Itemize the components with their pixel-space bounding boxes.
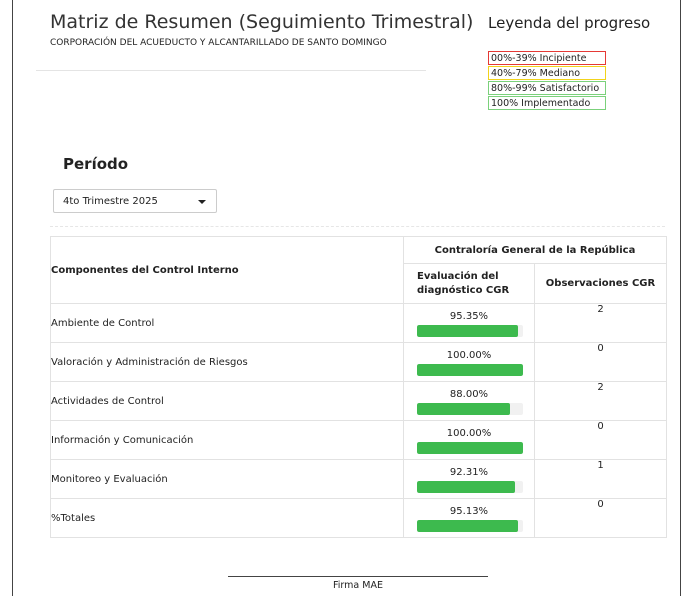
components-column-header: Componentes del Control Interno <box>50 236 404 304</box>
component-name: Información y Comunicación <box>50 420 404 460</box>
progress-bar-fill <box>417 325 519 337</box>
legend-item-implementado: 100% Implementado <box>488 96 606 110</box>
signature-label: Firma MAE <box>333 580 383 591</box>
evaluation-cell: 100.00% <box>403 420 535 460</box>
legend-title: Leyenda del progreso <box>488 14 651 32</box>
evaluation-cell: 92.31% <box>403 459 535 499</box>
evaluation-percent: 100.00% <box>446 428 492 439</box>
table-row: Información y Comunicación 100.00% 0 <box>50 420 667 460</box>
legend-item-mediano: 40%-79% Mediano <box>488 66 606 80</box>
observations-column-header: Observaciones CGR <box>534 263 667 304</box>
caret-down-icon <box>198 200 206 204</box>
component-name: Monitoreo y Evaluación <box>50 459 404 499</box>
progress-legend: 00%-39% Incipiente 40%-79% Mediano 80%-9… <box>488 51 606 111</box>
legend-item-satisfactorio: 80%-99% Satisfactorio <box>488 81 606 95</box>
period-selected-value: 4to Trimestre 2025 <box>63 196 158 207</box>
progress-bar-track <box>417 520 523 532</box>
component-name: Actividades de Control <box>50 381 404 421</box>
evaluation-cell: 100.00% <box>403 342 535 382</box>
observations-count: 0 <box>534 342 667 382</box>
component-name: Ambiente de Control <box>50 303 404 343</box>
observations-count: 1 <box>534 459 667 499</box>
header-divider <box>36 70 426 71</box>
observations-count: 2 <box>534 381 667 421</box>
period-label: Período <box>63 155 129 173</box>
cgr-group-header: Contraloría General de la República <box>403 236 667 264</box>
progress-bar-track <box>417 364 523 376</box>
period-dropdown[interactable]: 4to Trimestre 2025 <box>53 189 217 213</box>
summary-table: Componentes del Control Interno Contralo… <box>50 236 667 538</box>
evaluation-cell: 95.35% <box>403 303 535 343</box>
legend-item-incipiente: 00%-39% Incipiente <box>488 51 606 65</box>
evaluation-percent: 95.35% <box>449 311 489 322</box>
progress-bar-track <box>417 325 523 337</box>
progress-bar-fill <box>417 403 511 415</box>
evaluation-percent: 95.13% <box>449 506 489 517</box>
evaluation-percent: 92.31% <box>449 467 489 478</box>
observations-count: 0 <box>534 498 667 538</box>
progress-bar-track <box>417 403 523 415</box>
progress-bar-fill <box>417 520 518 532</box>
section-divider <box>50 226 665 227</box>
progress-bar-fill <box>417 364 523 376</box>
component-name: Valoración y Administración de Riesgos <box>50 342 404 382</box>
evaluation-percent: 100.00% <box>446 350 492 361</box>
table-row: Actividades de Control 88.00% 2 <box>50 381 667 421</box>
observations-count: 2 <box>534 303 667 343</box>
observations-count: 0 <box>534 420 667 460</box>
component-name: %Totales <box>50 498 404 538</box>
progress-bar-fill <box>417 442 523 454</box>
page-title: Matriz de Resumen (Seguimiento Trimestra… <box>50 11 474 33</box>
table-row: Valoración y Administración de Riesgos 1… <box>50 342 667 382</box>
table-row: Monitoreo y Evaluación 92.31% 1 <box>50 459 667 499</box>
progress-bar-fill <box>417 481 515 493</box>
table-row: %Totales 95.13% 0 <box>50 498 667 538</box>
progress-bar-track <box>417 481 523 493</box>
organization-name: CORPORACIÓN DEL ACUEDUCTO Y ALCANTARILLA… <box>50 38 387 48</box>
evaluation-cell: 95.13% <box>403 498 535 538</box>
evaluation-percent: 88.00% <box>449 389 489 400</box>
progress-bar-track <box>417 442 523 454</box>
table-row: Ambiente de Control 95.35% 2 <box>50 303 667 343</box>
evaluation-column-header: Evaluación del diagnóstico CGR <box>403 263 535 304</box>
signature-line <box>228 576 488 577</box>
evaluation-cell: 88.00% <box>403 381 535 421</box>
